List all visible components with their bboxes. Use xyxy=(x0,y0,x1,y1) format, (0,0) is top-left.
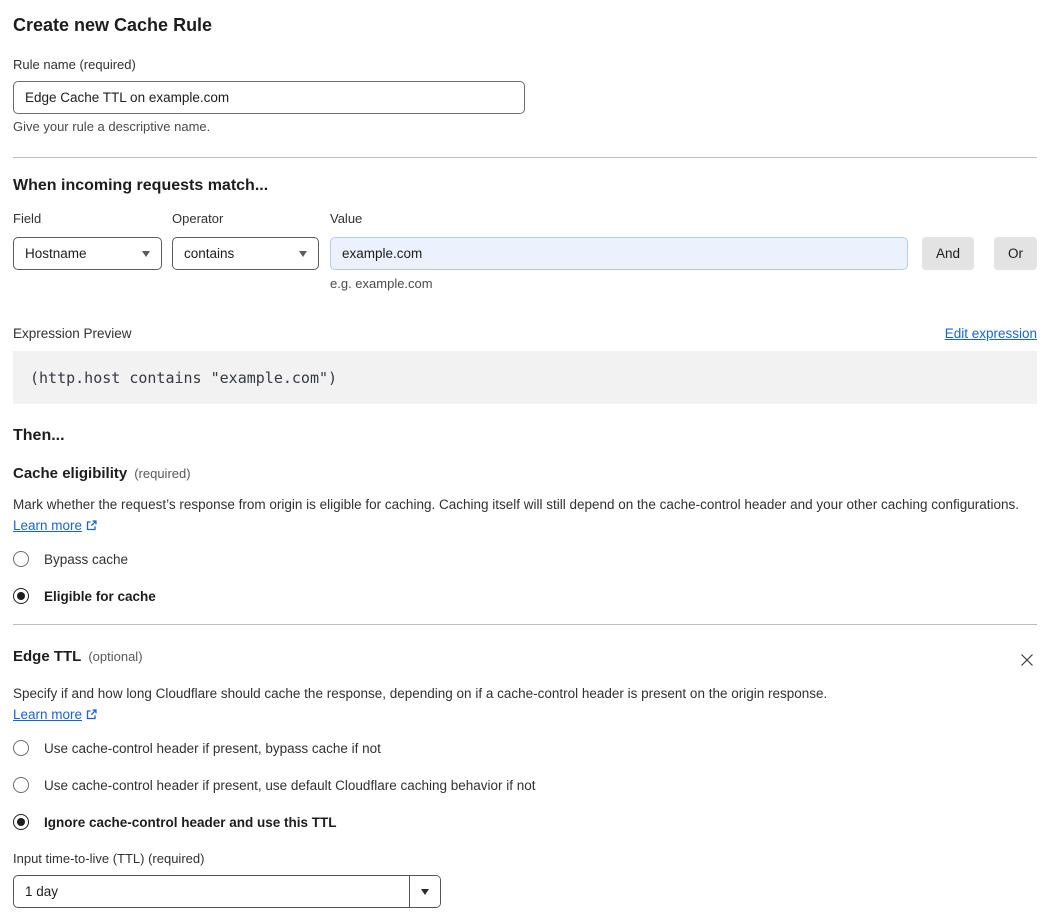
value-label: Value xyxy=(330,211,363,226)
radio-icon xyxy=(13,551,29,567)
ttl-select-value: 1 day xyxy=(25,884,59,899)
cache-eligibility-description: Mark whether the request’s response from… xyxy=(13,497,1020,533)
edge-ttl-heading: Edge TTL xyxy=(13,648,82,665)
divider xyxy=(13,157,1037,158)
dropdown-arrow-button[interactable] xyxy=(409,876,440,907)
value-help: e.g. example.com xyxy=(330,276,433,291)
chevron-down-icon xyxy=(299,250,307,257)
chevron-down-icon xyxy=(142,250,150,257)
radio-icon xyxy=(13,740,29,756)
value-column: Value e.g. example.com xyxy=(330,211,908,292)
edit-expression-link[interactable]: Edit expression xyxy=(945,326,1037,341)
edge-ttl-heading-row: Edge TTL (optional) xyxy=(13,648,1037,673)
radio-bypass-cache[interactable]: Bypass cache xyxy=(13,551,128,567)
edge-ttl-description: Specify if and how long Cloudflare shoul… xyxy=(13,686,828,722)
radio-selected-icon xyxy=(13,814,29,830)
radio-icon xyxy=(13,777,29,793)
create-cache-rule-form: Create new Cache Rule Rule name (require… xyxy=(13,14,1037,908)
rule-name-input[interactable] xyxy=(13,81,525,114)
field-label: Field xyxy=(13,211,42,226)
ttl-label: Input time-to-live (TTL) (required) xyxy=(13,851,205,866)
operator-select[interactable]: contains xyxy=(172,237,319,270)
operator-label: Operator xyxy=(172,211,224,226)
radio-selected-icon xyxy=(13,588,29,604)
then-heading: Then... xyxy=(13,427,65,444)
match-row: Field Hostname Operator contains Value e… xyxy=(13,211,1037,292)
cache-eligibility-qualifier: (required) xyxy=(134,466,191,481)
or-button[interactable]: Or xyxy=(994,237,1037,270)
value-input[interactable] xyxy=(330,237,908,270)
cache-eligibility-heading: Cache eligibility xyxy=(13,465,128,482)
ttl-select[interactable]: 1 day xyxy=(13,875,441,908)
radio-eligible-for-cache[interactable]: Eligible for cache xyxy=(13,588,156,604)
operator-column: Operator contains xyxy=(172,211,319,270)
close-icon[interactable] xyxy=(1017,650,1037,673)
match-heading: When incoming requests match... xyxy=(13,177,269,194)
and-button[interactable]: And xyxy=(921,237,974,270)
radio-use-header-bypass[interactable]: Use cache-control header if present, byp… xyxy=(13,740,381,756)
rule-name-label: Rule name (required) xyxy=(13,57,136,72)
learn-more-link[interactable]: Learn more xyxy=(13,707,82,722)
field-select[interactable]: Hostname xyxy=(13,237,162,270)
external-link-icon xyxy=(86,520,97,531)
rule-name-group: Rule name (required) Give your rule a de… xyxy=(13,57,1037,135)
learn-more-link[interactable]: Learn more xyxy=(13,518,82,533)
ttl-group: Input time-to-live (TTL) (required) 1 da… xyxy=(13,851,1037,908)
edge-ttl-qualifier: (optional) xyxy=(88,649,143,664)
external-link-icon xyxy=(86,709,97,720)
expression-code: (http.host contains "example.com") xyxy=(30,368,338,387)
operator-select-value: contains xyxy=(184,246,235,261)
chevron-down-icon xyxy=(421,888,429,895)
field-column: Field Hostname xyxy=(13,211,162,270)
rule-name-help: Give your rule a descriptive name. xyxy=(13,119,211,134)
radio-ignore-header-use-ttl[interactable]: Ignore cache-control header and use this… xyxy=(13,814,337,830)
divider xyxy=(13,624,1037,625)
expression-preview-header: Expression Preview Edit expression xyxy=(13,326,1037,341)
radio-use-header-default[interactable]: Use cache-control header if present, use… xyxy=(13,777,536,793)
cache-eligibility-heading-row: Cache eligibility (required) xyxy=(13,465,1037,483)
page-title: Create new Cache Rule xyxy=(13,15,213,35)
field-select-value: Hostname xyxy=(25,246,87,261)
expression-preview-label: Expression Preview xyxy=(13,326,132,341)
expression-preview-box: (http.host contains "example.com") xyxy=(13,351,1037,404)
